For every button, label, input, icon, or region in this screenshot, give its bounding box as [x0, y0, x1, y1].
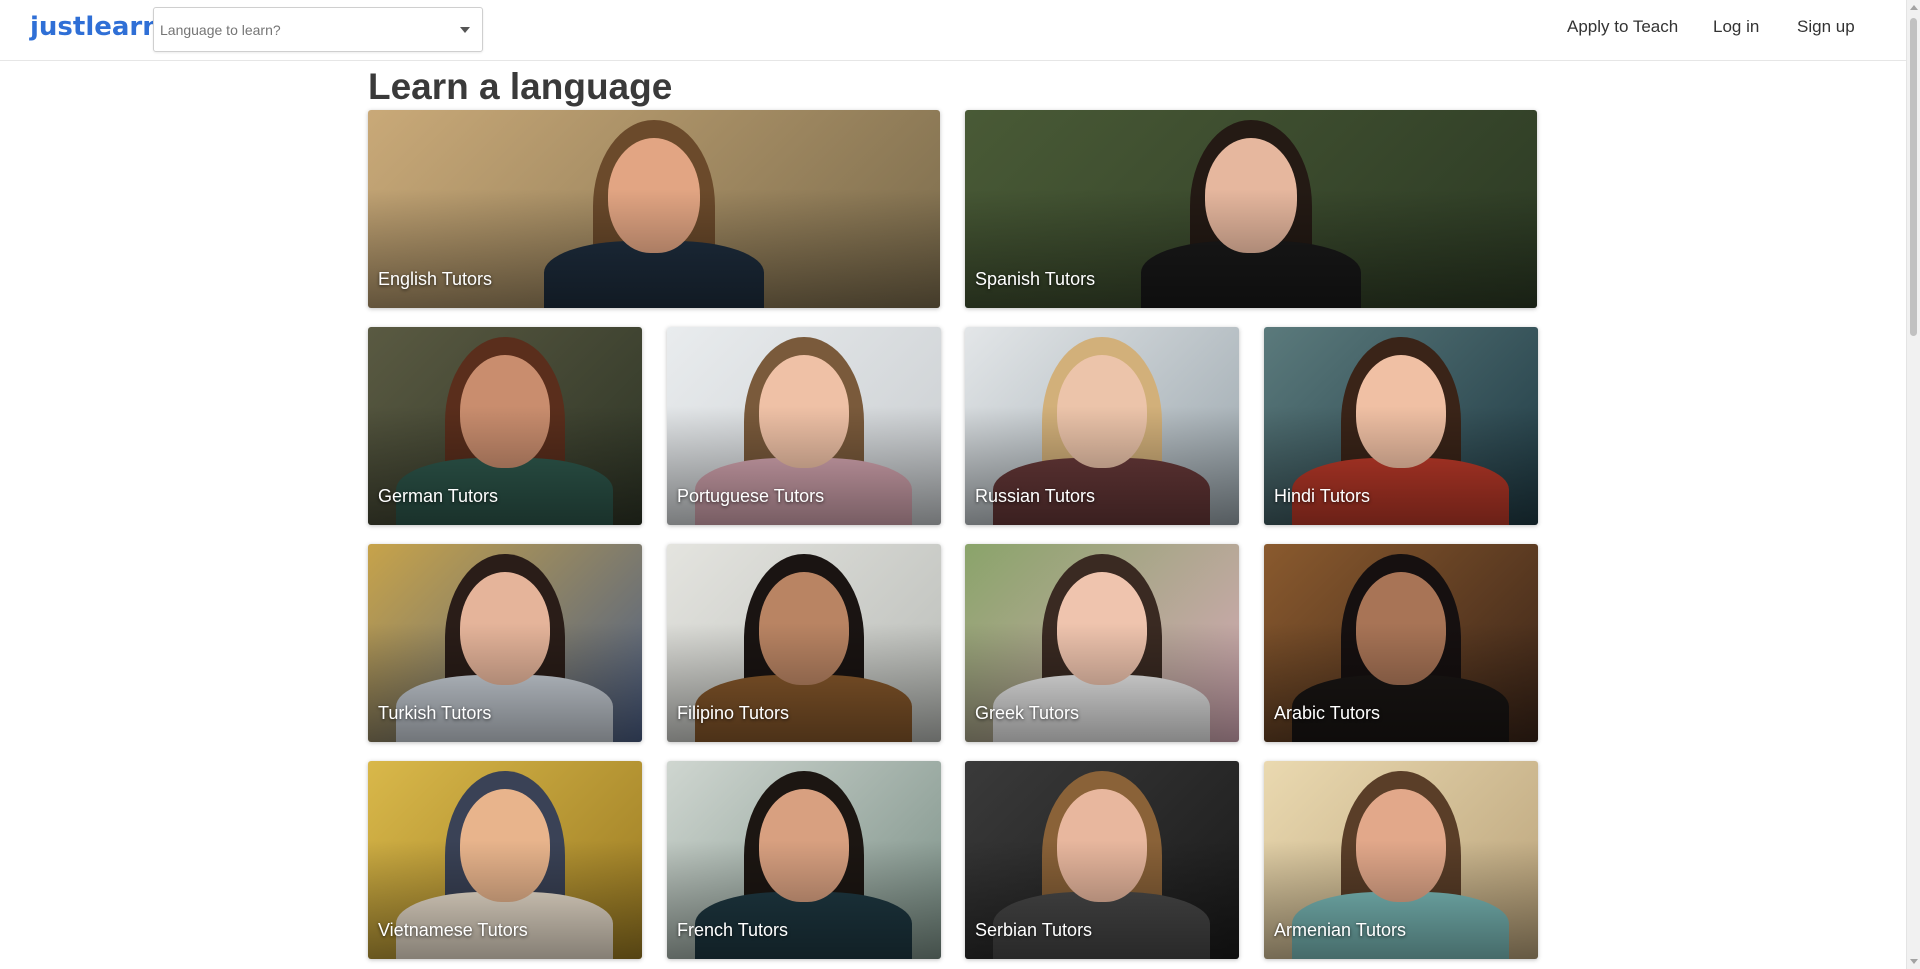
scrollbar-thumb[interactable] — [1910, 18, 1917, 336]
tutor-card-french[interactable]: French Tutors — [667, 761, 941, 959]
tutor-card-label: Filipino Tutors — [677, 703, 790, 723]
tutor-card-portuguese[interactable]: Portuguese Tutors — [667, 327, 941, 525]
tutor-card-filipino[interactable]: Filipino Tutors — [667, 544, 941, 742]
tutor-card-label: French Tutors — [677, 920, 789, 940]
tutor-card-label: Spanish Tutors — [975, 269, 1096, 289]
tutor-card-vietnamese[interactable]: Vietnamese Tutors — [368, 761, 642, 959]
tutor-card-english[interactable]: English Tutors — [368, 110, 940, 308]
scroll-down-arrow-icon[interactable] — [1910, 959, 1918, 964]
tutor-card-label: Portuguese Tutors — [677, 486, 825, 506]
tutor-card-label: Arabic Tutors — [1274, 703, 1381, 723]
tutor-card-german[interactable]: German Tutors — [368, 327, 642, 525]
tutor-card-label: Turkish Tutors — [378, 703, 492, 723]
login-link[interactable]: Log in — [1713, 17, 1759, 37]
tutor-card-label: German Tutors — [378, 486, 499, 506]
chevron-down-icon[interactable] — [460, 27, 470, 33]
top-navigation-bar: justlearn Language to learn? Apply to Te… — [0, 0, 1906, 61]
tutor-card-label: Serbian Tutors — [975, 920, 1093, 940]
tutor-card-turkish[interactable]: Turkish Tutors — [368, 544, 642, 742]
language-search-dropdown[interactable]: Language to learn? — [153, 7, 483, 52]
apply-to-teach-link[interactable]: Apply to Teach — [1567, 17, 1678, 37]
tutor-card-label: Greek Tutors — [975, 703, 1080, 723]
language-search-placeholder: Language to learn? — [160, 22, 281, 38]
tutor-card-label: English Tutors — [378, 269, 493, 289]
tutor-card-spanish[interactable]: Spanish Tutors — [965, 110, 1537, 308]
tutor-card-serbian[interactable]: Serbian Tutors — [965, 761, 1239, 959]
tutor-card-arabic[interactable]: Arabic Tutors — [1264, 544, 1538, 742]
tutor-card-greek[interactable]: Greek Tutors — [965, 544, 1239, 742]
page-title: Learn a language — [368, 66, 673, 107]
page-scrollbar[interactable] — [1906, 0, 1920, 969]
tutor-card-label: Hindi Tutors — [1274, 486, 1371, 506]
tutor-card-hindi[interactable]: Hindi Tutors — [1264, 327, 1538, 525]
tutor-card-label: Vietnamese Tutors — [378, 920, 528, 940]
tutor-card-armenian[interactable]: Armenian Tutors — [1264, 761, 1538, 959]
tutor-card-russian[interactable]: Russian Tutors — [965, 327, 1239, 525]
scroll-up-arrow-icon[interactable] — [1910, 5, 1918, 10]
signup-link[interactable]: Sign up — [1797, 17, 1855, 37]
tutor-card-label: Russian Tutors — [975, 486, 1096, 506]
tutor-card-label: Armenian Tutors — [1274, 920, 1407, 940]
justlearn-logo[interactable]: justlearn — [30, 12, 161, 42]
